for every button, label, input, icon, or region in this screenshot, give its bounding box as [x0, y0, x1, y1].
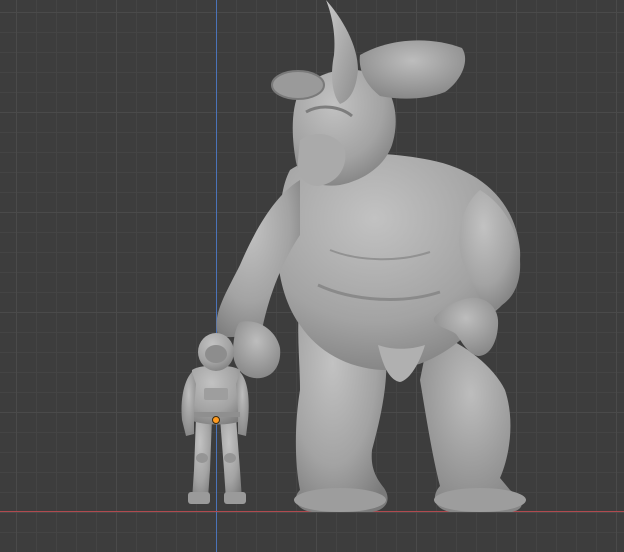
astronaut-left-knee — [196, 453, 208, 463]
rhino-ear-frill — [359, 40, 466, 99]
rhino-right-leg — [420, 330, 522, 512]
astronaut-right-arm — [236, 372, 249, 436]
rhino-left-fist — [232, 321, 281, 379]
astronaut-right-knee — [224, 453, 236, 463]
rhino-goggles — [271, 70, 325, 100]
rhino-creature-mesh[interactable] — [216, 0, 526, 512]
3d-viewport[interactable] — [0, 0, 624, 552]
astronaut-left-boot — [188, 492, 210, 504]
rhino-left-foot — [294, 488, 386, 512]
scene-render — [181, 0, 526, 512]
astronaut-chest-pack — [204, 388, 228, 400]
object-origin-marker[interactable] — [212, 416, 220, 424]
astronaut-visor — [205, 345, 227, 363]
astronaut-left-arm — [181, 372, 196, 436]
rhino-right-foot — [434, 488, 526, 512]
astronaut-right-boot — [224, 492, 246, 504]
